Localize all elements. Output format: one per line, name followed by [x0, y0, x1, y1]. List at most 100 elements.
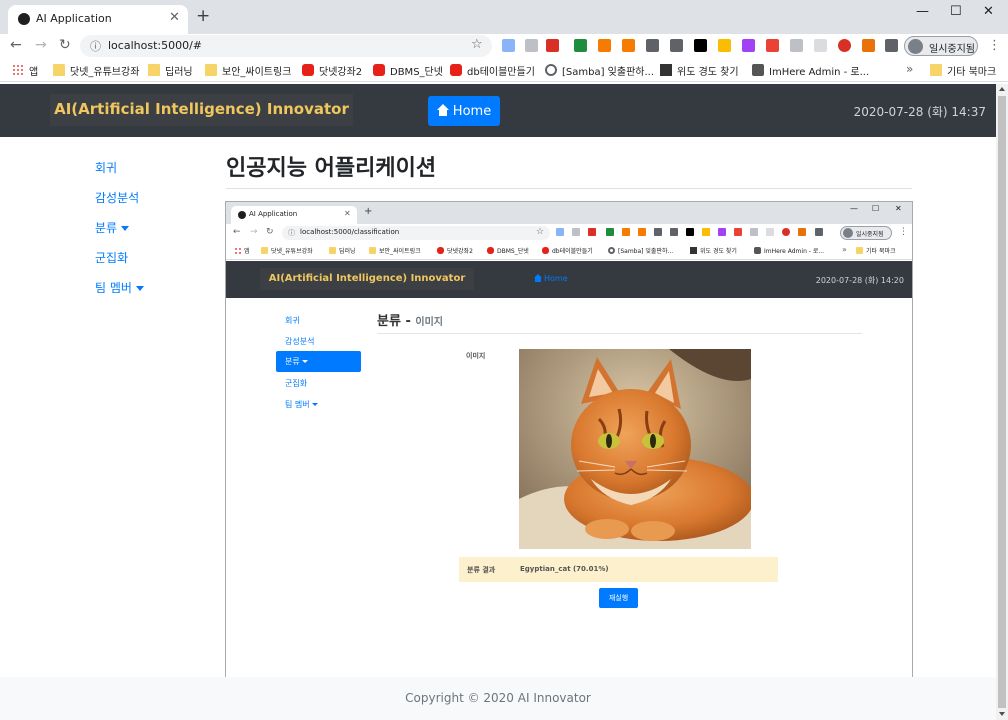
bookmark-item[interactable]: 보안_싸이트링크	[205, 63, 292, 78]
puzzle-icon	[815, 228, 823, 236]
browser-toolbar: ← → ↻ ⓘ localhost:5000/# ☆ 일시중지됨 ⋮	[0, 34, 1008, 58]
profile-button[interactable]: 일시중지됨	[904, 36, 978, 56]
sidebar-item-label: 분류	[285, 357, 300, 366]
minimize-icon: —	[850, 204, 858, 213]
extension-icon	[638, 228, 646, 236]
youtube-icon	[373, 64, 385, 76]
browser-tab[interactable]: AI Application ✕	[8, 5, 188, 34]
home-label: Home	[544, 274, 568, 283]
sidebar-item-team[interactable]: 팀 멤버	[95, 279, 144, 296]
divider	[377, 333, 862, 334]
bookmark-label: [Samba] 잊출판하...	[562, 66, 655, 78]
puzzle-icon[interactable]	[885, 39, 898, 52]
bookmark-item[interactable]: ImHere Admin - 로...	[752, 63, 869, 78]
title-main: 분류	[377, 314, 401, 329]
youtube-icon	[450, 64, 462, 76]
scroll-up-icon[interactable]	[999, 87, 1005, 91]
reload-icon[interactable]: ↻	[59, 37, 71, 53]
bookmark-star-icon[interactable]: ☆	[471, 37, 483, 52]
extension-icon[interactable]	[862, 39, 875, 52]
extension-icon[interactable]	[502, 39, 515, 52]
extension-icon[interactable]	[790, 39, 803, 52]
extension-icon[interactable]	[838, 39, 851, 52]
sidebar-item-regression[interactable]: 회귀	[95, 159, 117, 176]
bookmark-overflow-icon[interactable]: »	[906, 62, 913, 76]
bookmark-label: 앱	[244, 248, 250, 255]
bookmark-item: 보안_싸이트링크	[369, 246, 421, 255]
youtube-icon	[437, 247, 444, 254]
sidebar-item-classification[interactable]: 분류	[95, 219, 130, 236]
bookmark-label: 위도 경도 찾기	[677, 66, 739, 78]
bookmark-item[interactable]: 닷넷_유튜브강좌	[53, 63, 139, 78]
caret-down-icon	[135, 286, 144, 291]
page-scrollbar[interactable]	[996, 84, 1008, 720]
bookmark-item[interactable]: DBMS_단넷	[373, 63, 443, 78]
extension-icon[interactable]	[742, 39, 755, 52]
new-tab-icon: +	[364, 206, 373, 217]
address-bar[interactable]: ⓘ localhost:5000/# ☆	[80, 35, 492, 57]
extension-icon[interactable]	[622, 39, 635, 52]
extension-icon[interactable]	[546, 39, 559, 52]
info-icon: ⓘ	[288, 229, 295, 237]
info-icon[interactable]: ⓘ	[90, 38, 101, 54]
sidebar-item-label: 팀 멤버	[95, 281, 132, 295]
bookmark-label: db테이블만들기	[467, 66, 535, 78]
sidebar-item-sentiment[interactable]: 감성분석	[95, 189, 139, 206]
divider	[226, 188, 912, 189]
brand[interactable]: AI(Artificial Intelligence) Innovator	[50, 94, 353, 126]
scroll-down-icon[interactable]	[999, 712, 1005, 716]
bookmark-item[interactable]: 위도 경도 찾기	[660, 63, 739, 78]
bookmark-label: 앱	[29, 66, 39, 78]
extension-icon	[572, 228, 580, 236]
scroll-thumb[interactable]	[998, 96, 1006, 708]
extension-icon	[798, 228, 806, 236]
extension-icon	[750, 228, 758, 236]
tab-close-icon[interactable]: ✕	[169, 10, 180, 25]
extension-icon[interactable]	[718, 39, 731, 52]
apps-icon	[12, 64, 24, 76]
extension-icon[interactable]	[646, 39, 659, 52]
title-sub: 이미지	[415, 317, 443, 328]
bookmark-item[interactable]: 닷넷강좌2	[302, 63, 362, 78]
extension-icon[interactable]	[814, 39, 827, 52]
screenshot-toolbar: ← → ↻ ⓘ localhost:5000/classification ☆ …	[226, 224, 912, 242]
bookmark-item-other[interactable]: 기타 북마크	[930, 63, 996, 78]
bookmark-item[interactable]: db테이블만들기	[450, 63, 535, 78]
extension-icon[interactable]	[574, 39, 587, 52]
bookmark-label: 보안_싸이트링크	[222, 66, 292, 78]
extension-icon[interactable]	[670, 39, 683, 52]
profile-name: 일시중지됨	[929, 44, 975, 55]
extension-icon[interactable]	[766, 39, 779, 52]
maximize-icon[interactable]: ☐	[950, 4, 962, 19]
rerun-button: 재실행	[599, 588, 638, 608]
bookmark-item: DBMS_단넷	[487, 246, 529, 255]
new-tab-icon[interactable]: +	[196, 8, 210, 25]
extension-icon[interactable]	[598, 39, 611, 52]
bookmark-item: 위도 경도 찾기	[690, 246, 737, 255]
bookmark-apps[interactable]: 앱	[12, 63, 39, 78]
folder-icon	[53, 64, 65, 76]
forward-icon[interactable]: →	[35, 37, 47, 53]
bookmark-item[interactable]: 딥러닝	[148, 63, 193, 78]
result-label: 분류 결과	[467, 566, 496, 574]
url-text[interactable]: localhost:5000/#	[108, 39, 202, 52]
home-button[interactable]: Home	[428, 96, 500, 126]
maximize-icon: ☐	[872, 204, 880, 213]
back-icon: ←	[233, 227, 241, 237]
bookmark-item[interactable]: [Samba] 잊출판하...	[545, 63, 655, 78]
menu-icon[interactable]: ⋮	[988, 38, 1001, 53]
bookmark-item: db테이블만들기	[542, 246, 593, 255]
minimize-icon[interactable]: —	[916, 4, 929, 19]
brand-text: AI(Artificial Intelligence) Innovator	[268, 273, 466, 284]
extension-icon	[622, 228, 630, 236]
sidebar-item-clustering[interactable]: 군집화	[95, 249, 128, 266]
favicon-icon	[18, 13, 30, 25]
map-icon	[660, 64, 672, 76]
apps-icon	[234, 247, 241, 254]
back-icon[interactable]: ←	[10, 37, 22, 53]
extension-icon[interactable]	[694, 39, 707, 52]
bookmark-item: [Samba] 잊출판하...	[608, 246, 673, 255]
close-window-icon[interactable]: ✕	[983, 4, 994, 19]
extension-icon[interactable]	[525, 39, 538, 52]
screenshot-profile: 일시중지됨	[840, 226, 892, 240]
